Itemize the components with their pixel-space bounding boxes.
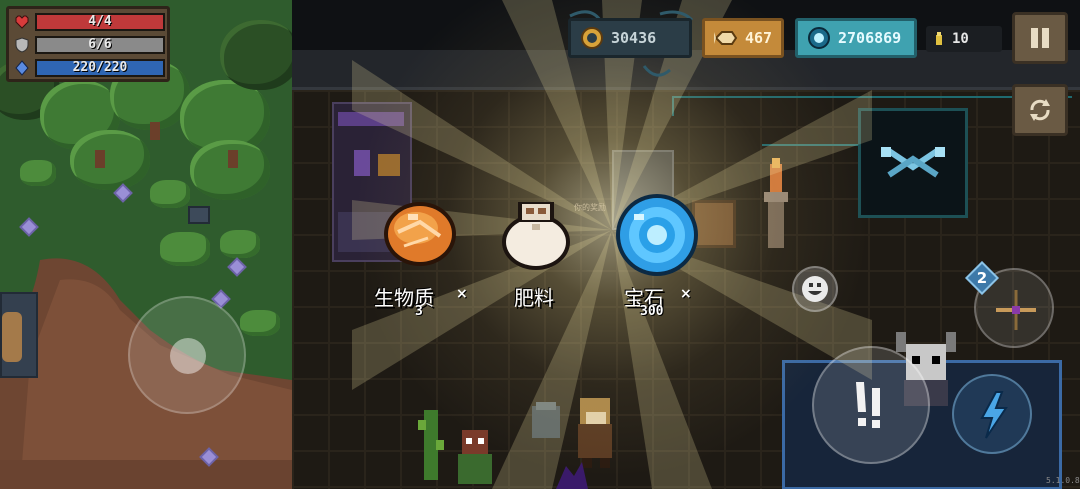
- health-bar: 4/4: [35, 13, 165, 31]
- energy-value: 220/220: [72, 60, 128, 75]
- lightning-icon: [980, 391, 1008, 439]
- reward-biomass: [380, 196, 460, 272]
- tree-trunk: [228, 150, 238, 168]
- bush: [220, 230, 260, 258]
- armor-bar: 6/6: [35, 36, 165, 54]
- coin-icon: [579, 25, 605, 51]
- energy-row: 220/220: [13, 58, 165, 78]
- armor-value: 6/6: [88, 37, 112, 52]
- reward-fertilizer: [496, 190, 576, 272]
- tree: [70, 130, 150, 190]
- tree-trunk: [95, 150, 105, 168]
- background-sign: 你的奖励: [574, 203, 606, 212]
- fish-value: 467: [745, 29, 773, 47]
- attack-icon: [856, 382, 880, 428]
- movement-joystick[interactable]: [128, 296, 246, 414]
- smiley-icon: [802, 276, 828, 302]
- tree: [220, 20, 292, 90]
- tree: [190, 140, 270, 200]
- fish-counter: 467: [702, 18, 784, 58]
- character-swap-icon: [1030, 99, 1050, 121]
- tree-trunk: [150, 122, 160, 140]
- reward-label-biomass: 生物质: [374, 286, 434, 310]
- attack-button[interactable]: [812, 346, 930, 464]
- bush: [240, 310, 280, 336]
- coin-value: 30436: [611, 29, 657, 47]
- weapon-count: 2: [976, 269, 988, 287]
- reward-label-fertilizer: 肥料: [514, 286, 554, 310]
- game-screen: 生物质 × 3 肥料 宝石 × 300 你的奖励 4/4 6/6 220/220…: [0, 0, 1080, 489]
- monitor-screen: [858, 108, 968, 218]
- energy-crystal-icon: [15, 60, 29, 76]
- ammo-counter: 10: [926, 26, 1002, 52]
- pause-icon: [1031, 28, 1049, 48]
- shield-icon: [15, 37, 29, 53]
- weapon-switch-button[interactable]: 2: [965, 261, 1054, 348]
- bush: [150, 180, 190, 208]
- health-row: 4/4: [13, 12, 165, 32]
- bullet-icon: [932, 26, 946, 52]
- heart-icon: [15, 15, 29, 29]
- reward-multiplier-gem: ×: [680, 286, 692, 302]
- skill-button[interactable]: [952, 374, 1032, 454]
- crossbow-icon: [996, 290, 1036, 330]
- fish-icon: [713, 25, 739, 51]
- gem-counter: 2706869: [795, 18, 917, 58]
- coin-counter: 30436: [568, 18, 692, 58]
- version-label: 5.1.0.8: [1046, 476, 1080, 485]
- gem-value: 2706869: [838, 29, 902, 47]
- armor-row: 6/6: [13, 35, 165, 55]
- rock: [188, 206, 210, 224]
- player-stats-panel: 4/4 6/6 220/220: [6, 6, 170, 82]
- biomass-icon: [384, 202, 456, 266]
- character-swap-button[interactable]: [1012, 84, 1068, 136]
- energy-bar: 220/220: [35, 59, 165, 77]
- reward-gem: [614, 192, 700, 278]
- blue-gem-icon: [616, 194, 698, 276]
- ammo-value: 10: [952, 31, 969, 47]
- emote-button[interactable]: [792, 266, 838, 312]
- crossed-weapons-icon: [881, 147, 945, 178]
- reward-multiplier-biomass: ×: [456, 286, 468, 302]
- pause-button[interactable]: [1012, 12, 1068, 64]
- joystick-knob[interactable]: [170, 338, 206, 374]
- reward-quantity-biomass: 3: [415, 304, 423, 319]
- gem-icon: [806, 25, 832, 51]
- health-value: 4/4: [88, 14, 112, 29]
- sand-patch: [2, 312, 22, 362]
- fertilizer-bag-icon: [502, 202, 570, 270]
- bush: [20, 160, 56, 186]
- reward-quantity-gem: 300: [640, 304, 664, 319]
- bush: [160, 232, 210, 266]
